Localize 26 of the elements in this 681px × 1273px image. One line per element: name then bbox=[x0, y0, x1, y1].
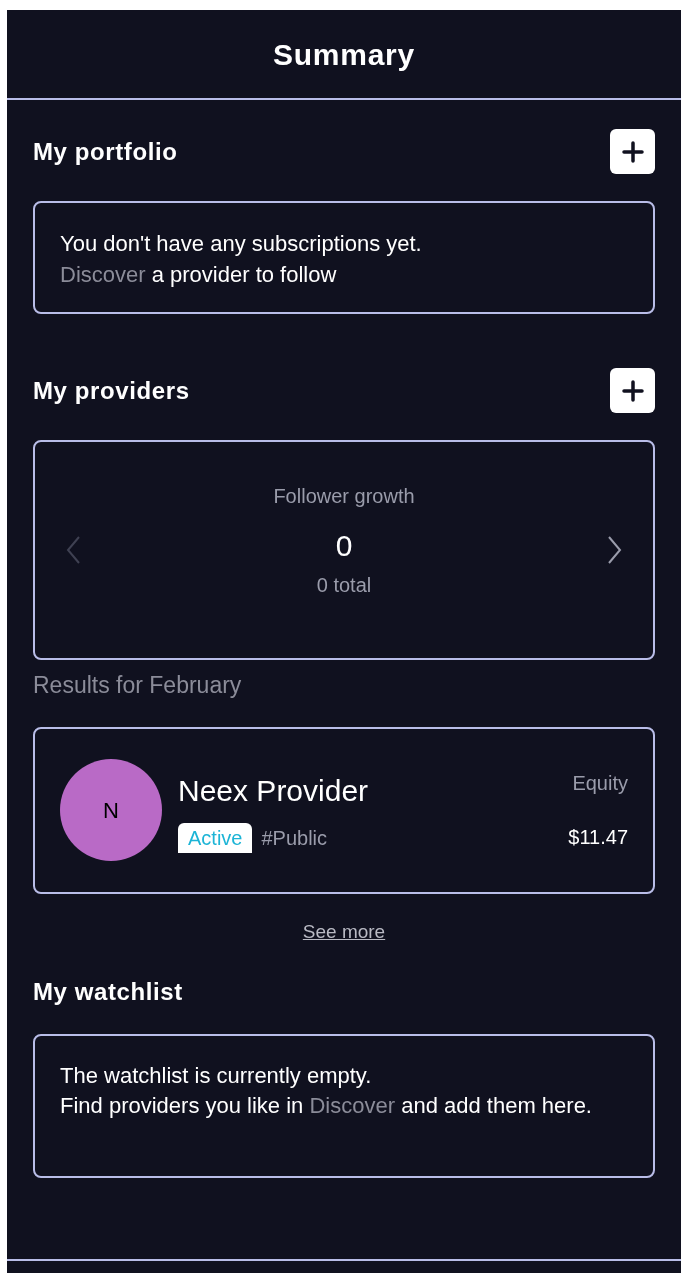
add-button[interactable] bbox=[610, 368, 655, 413]
metric-label: Equity bbox=[572, 771, 628, 796]
chevron-right-icon bbox=[606, 535, 623, 565]
stat-total: 0 total bbox=[316, 572, 372, 598]
provider-tag: #Public bbox=[261, 822, 328, 853]
add-button[interactable] bbox=[610, 129, 655, 174]
discover-link[interactable]: Discover bbox=[60, 262, 146, 287]
status-badge: Active bbox=[178, 822, 253, 853]
discover-link[interactable]: Discover bbox=[309, 1093, 396, 1118]
provider-name: Neex Provider bbox=[178, 772, 370, 809]
info-text: You don't have any subscriptions yet. Discover a provider to follow bbox=[60, 230, 423, 289]
plus-icon bbox=[621, 140, 644, 163]
plus-icon bbox=[621, 379, 644, 402]
section-title: My providers bbox=[33, 375, 190, 406]
avatar: N bbox=[60, 759, 162, 861]
metric-value: $11.47 bbox=[568, 825, 628, 850]
info-text: The watchlist is currently empty. Find providers you like in Discover and add them here. bbox=[60, 1062, 593, 1120]
page-title: Summary bbox=[273, 36, 415, 73]
chevron-left-icon bbox=[65, 535, 82, 565]
results-label: Results for February bbox=[33, 671, 243, 700]
provider-card[interactable]: N Neex Provider Active #Public Equity $11.47 bbox=[33, 726, 655, 894]
see-more-link[interactable]: See more bbox=[302, 917, 386, 946]
section-title: My watchlist bbox=[33, 977, 184, 1007]
stat-label: Follower growth bbox=[273, 483, 415, 509]
stat-value: 0 bbox=[335, 527, 353, 564]
section-title: My portfolio bbox=[33, 136, 178, 167]
